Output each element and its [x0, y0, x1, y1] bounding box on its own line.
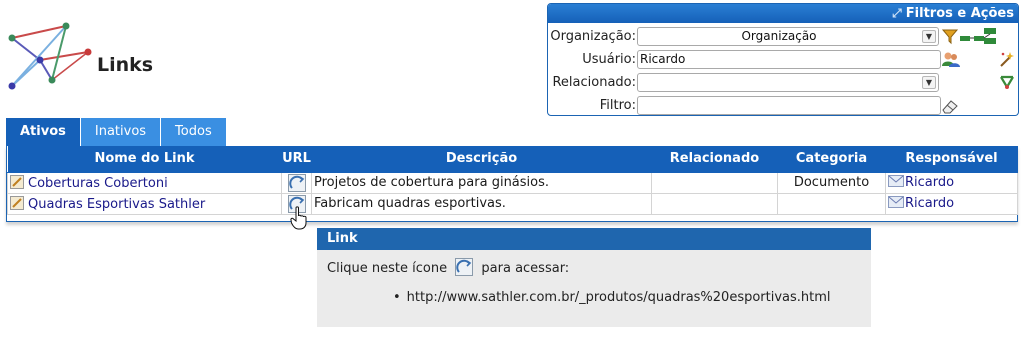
filter-header-title: Filtros e Ações [905, 6, 1014, 21]
tab-ativos[interactable]: Ativos [6, 118, 80, 146]
organizacao-value: Organização [741, 29, 817, 43]
links-logo [8, 22, 92, 90]
link-name[interactable]: Quadras Esportivas Sathler [28, 197, 205, 212]
page-title: Links [97, 54, 154, 76]
edit-icon[interactable] [10, 174, 24, 189]
tab-inativos[interactable]: Inativos [80, 118, 161, 146]
table-row: Quadras Esportivas Sathler Fabricam quad… [7, 192, 1018, 215]
tooltip-url-item: • http://www.sathler.com.br/_produtos/qua… [393, 290, 831, 305]
pin-icon[interactable]: ⤢ [892, 4, 902, 23]
column-header-nome[interactable]: Nome do Link [7, 146, 282, 173]
relacionado-select[interactable]: ▼ [637, 73, 939, 92]
eraser-icon[interactable] [941, 97, 959, 115]
tooltip-instruction: Clique neste ícone para acessar: [327, 258, 569, 276]
owner-link[interactable]: Ricardo [905, 196, 954, 211]
related-cell [651, 192, 778, 215]
filtro-input[interactable] [637, 96, 941, 115]
users-icon[interactable] [941, 50, 961, 68]
organizacao-label: Organização: [550, 29, 636, 44]
status-tabs: Ativos Inativos Todos [6, 118, 227, 146]
filter-row-usuario: Usuário: Ricardo [548, 50, 1018, 70]
column-header-url[interactable]: URL [281, 146, 312, 173]
column-header-descricao[interactable]: Descrição [311, 146, 652, 173]
hierarchy-icon[interactable] [958, 27, 998, 45]
owner-link[interactable]: Ricardo [905, 175, 954, 190]
chevron-down-icon[interactable]: ▼ [922, 30, 936, 43]
filter-row-filtro: Filtro: [548, 96, 1018, 115]
recycle-icon[interactable] [998, 73, 1016, 91]
organizacao-select[interactable]: Organização ▼ [637, 27, 939, 46]
category-cell [777, 192, 886, 215]
filter-panel: ⤢ Filtros e Ações Organização: Organizaçã… [547, 3, 1019, 116]
edit-icon[interactable] [10, 195, 24, 210]
owner-cell: Ricardo [885, 171, 1018, 194]
related-cell [651, 171, 778, 194]
tooltip-url[interactable]: http://www.sathler.com.br/_produtos/quad… [407, 290, 831, 305]
url-cell [281, 171, 312, 194]
link-name-cell: Coberturas Cobertoni [7, 171, 282, 194]
column-header-responsavel[interactable]: Responsável [885, 146, 1018, 173]
link-name[interactable]: Coberturas Cobertoni [28, 176, 168, 191]
filtro-label: Filtro: [599, 98, 636, 113]
owner-cell: Ricardo [885, 192, 1018, 215]
filter-row-relacionado: Relacionado: ▼ [548, 73, 1018, 93]
hand-cursor-icon [290, 206, 307, 230]
chevron-down-icon[interactable]: ▼ [922, 76, 936, 89]
category-cell: Documento [777, 171, 886, 194]
usuario-input[interactable]: Ricardo [637, 50, 941, 69]
wand-icon[interactable] [998, 50, 1016, 68]
tooltip-title: Link [317, 228, 871, 250]
filter-row-organizacao: Organização: Organização ▼ [548, 27, 1018, 47]
mail-icon[interactable] [888, 175, 904, 187]
open-link-icon [455, 258, 474, 276]
tooltip-text-before: Clique neste ícone [327, 261, 448, 276]
usuario-label: Usuário: [582, 52, 636, 67]
table-row: Coberturas Cobertoni Projetos de cobertu… [7, 171, 1018, 194]
relacionado-label: Relacionado: [552, 75, 636, 90]
filter-header: ⤢ Filtros e Ações [548, 4, 1018, 23]
column-header-categoria[interactable]: Categoria [777, 146, 886, 173]
link-tooltip: Link Clique neste ícone para acessar: • h… [317, 228, 871, 327]
tab-todos[interactable]: Todos [161, 118, 226, 146]
mail-icon[interactable] [888, 196, 904, 208]
column-header-relacionado[interactable]: Relacionado [651, 146, 778, 173]
bullet-icon: • [393, 290, 401, 305]
links-table: Nome do Link URL Descrição Relacionado C… [6, 146, 1018, 222]
description-cell: Fabricam quadras esportivas. [311, 192, 652, 215]
link-name-cell: Quadras Esportivas Sathler [7, 192, 282, 215]
funnel-icon[interactable] [941, 27, 959, 45]
description-cell: Projetos de cobertura para ginásios. [311, 171, 652, 194]
tooltip-text-after: para acessar: [481, 261, 570, 276]
table-header-row: Nome do Link URL Descrição Relacionado C… [7, 146, 1018, 173]
open-link-icon[interactable] [287, 173, 306, 192]
